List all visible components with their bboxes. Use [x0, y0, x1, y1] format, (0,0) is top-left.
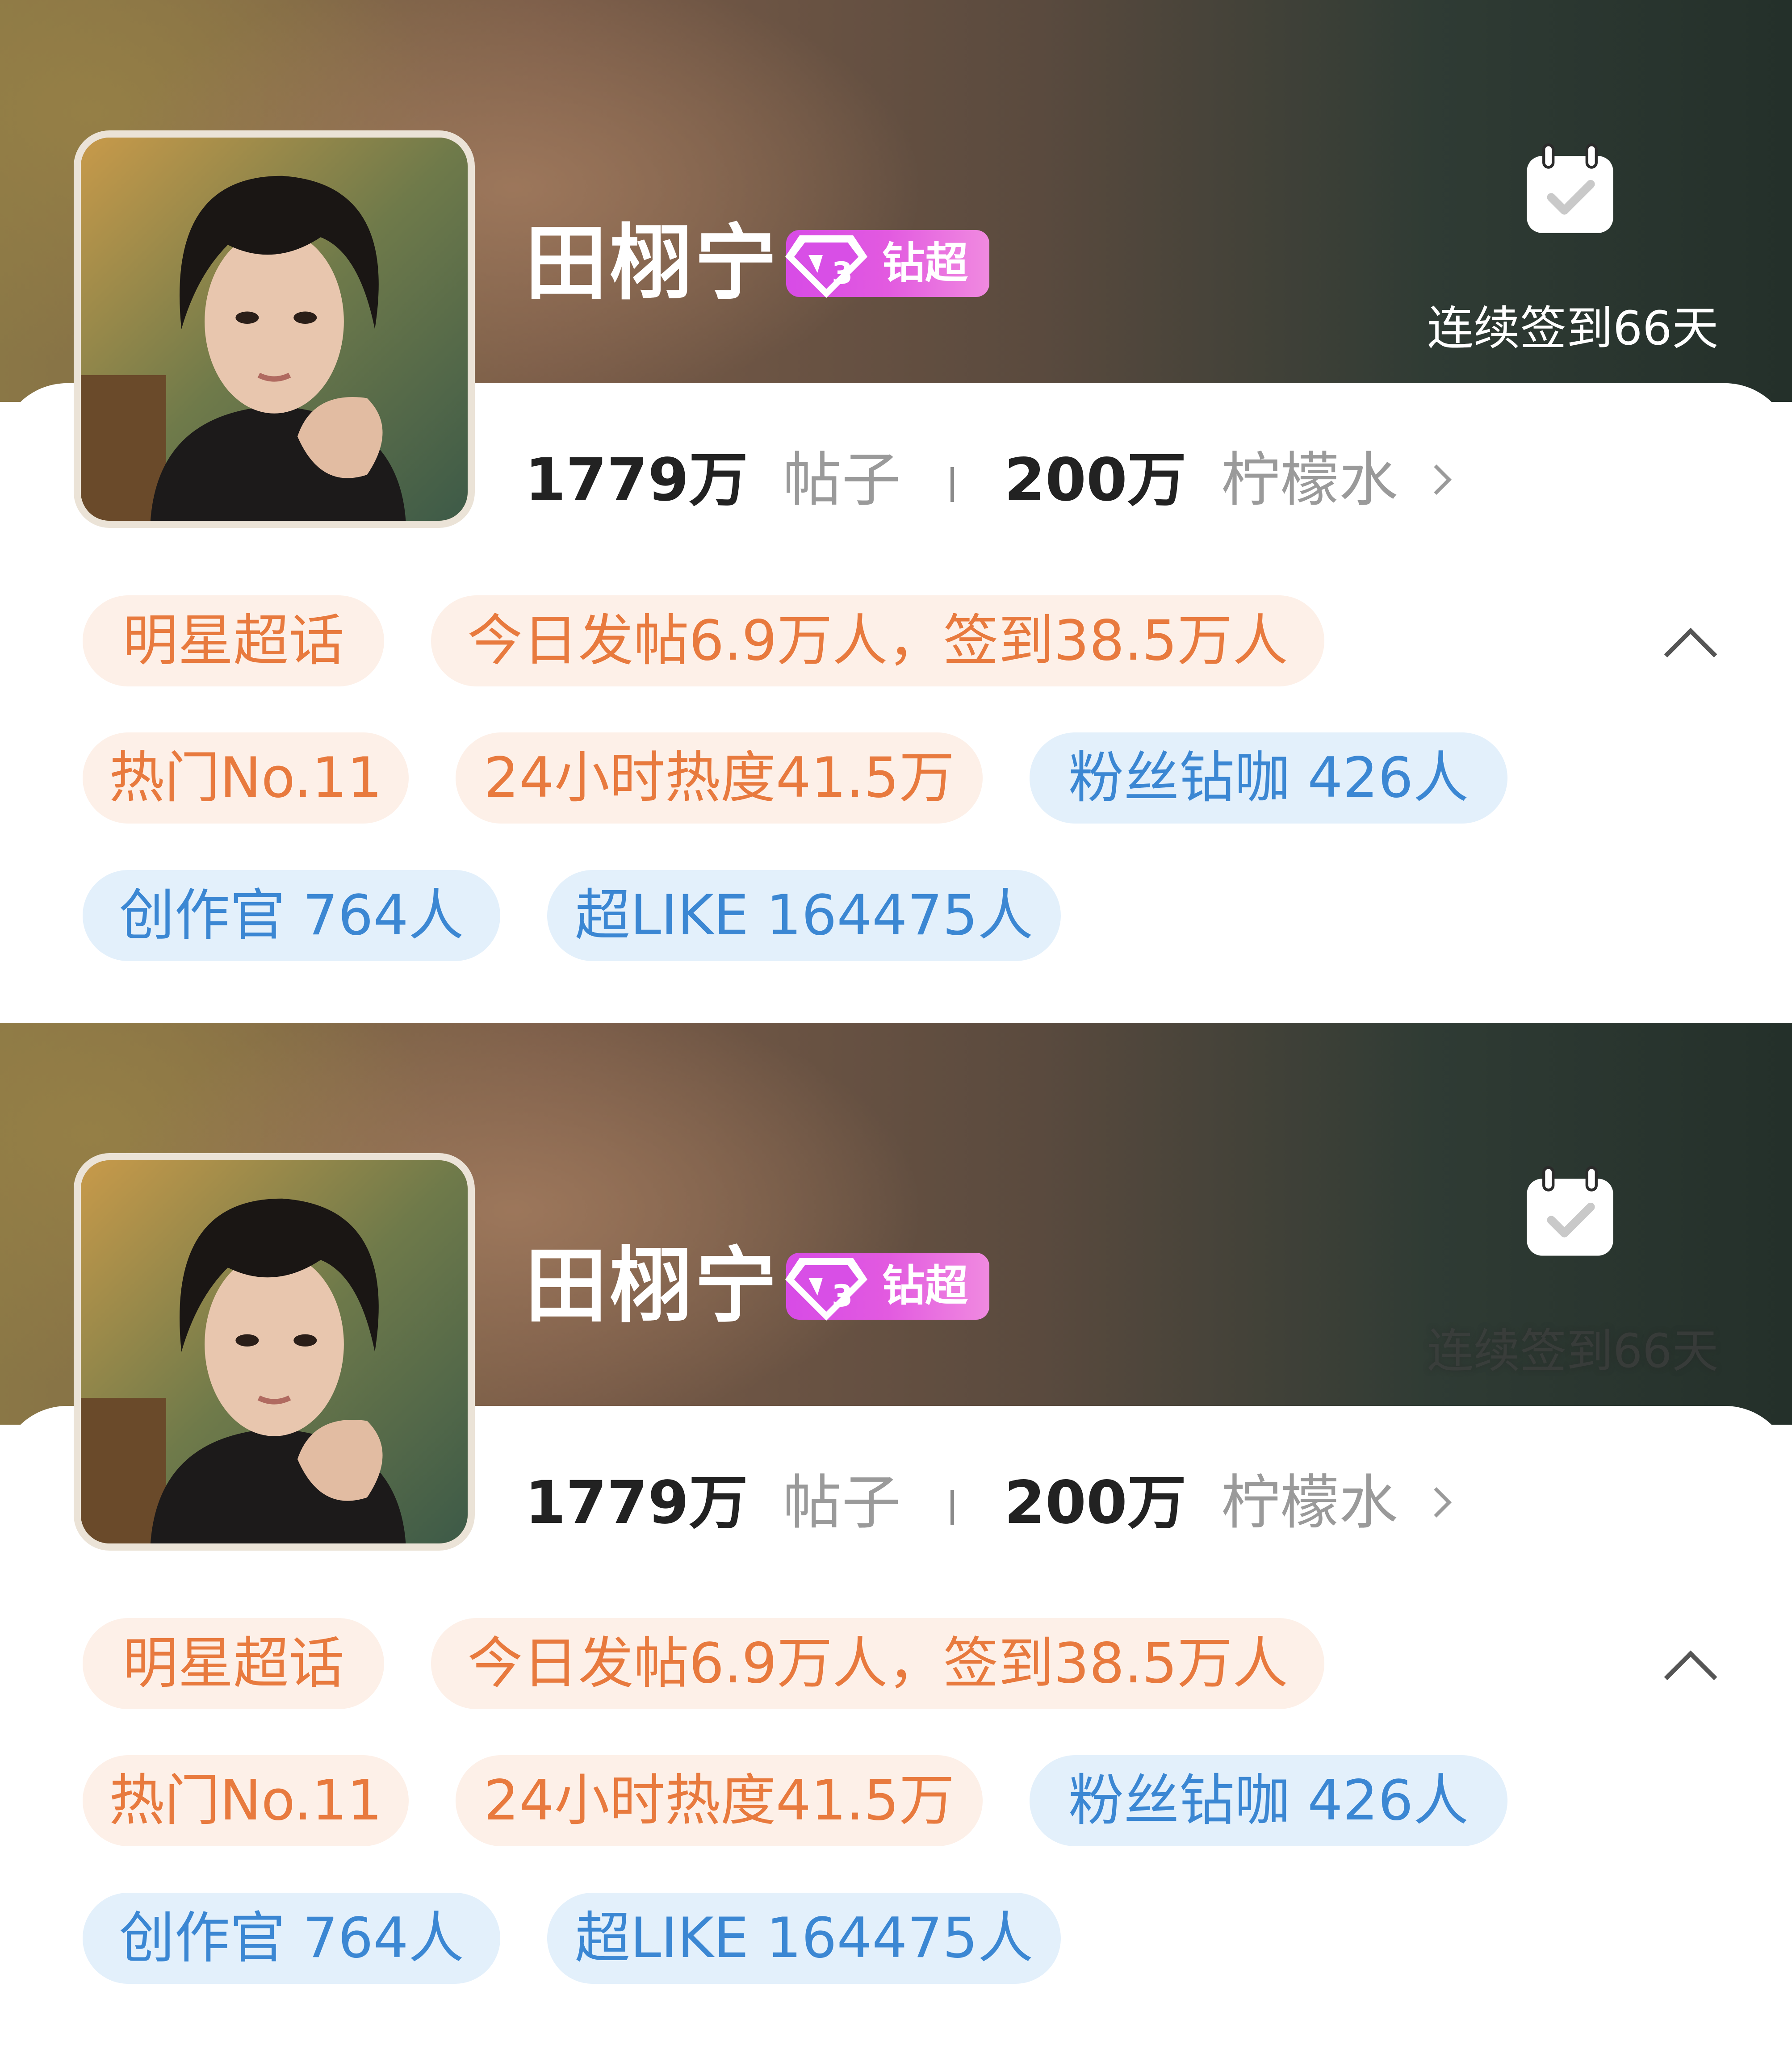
tag-hot-rank[interactable]: 热门No.11	[83, 732, 409, 824]
supertopic-header-1: 田栩宁 3 钻超 连续签到66天 1779万 帖子 200万 柠檬水 明星超话 …	[0, 0, 1792, 1023]
chevron-right-icon	[1421, 1487, 1452, 1518]
posts-label: 帖子	[783, 446, 901, 514]
tag-creators[interactable]: 创作官 764人	[83, 870, 500, 961]
divider	[950, 467, 955, 502]
tag-superlike[interactable]: 超LIKE 164475人	[547, 870, 1061, 961]
avatar-photo	[81, 1160, 468, 1543]
tag-superlike[interactable]: 超LIKE 164475人	[547, 1893, 1061, 1984]
divider	[950, 1490, 955, 1525]
diamond-super-badge[interactable]: 3 钻超	[785, 230, 989, 298]
svg-text:3: 3	[832, 256, 853, 291]
posts-label: 帖子	[783, 1468, 901, 1537]
checkin-streak[interactable]: 连续签到66天	[1427, 1322, 1718, 1380]
avatar[interactable]	[74, 1153, 475, 1551]
diamond-gem-icon: 3	[785, 235, 867, 298]
topic-name: 田栩宁	[525, 216, 780, 311]
calendar-check-icon[interactable]	[1523, 1166, 1617, 1259]
posts-count: 1779万	[525, 446, 748, 514]
badge-label: 钻超	[882, 1261, 968, 1311]
tag-fans-diamond[interactable]: 粉丝钻咖 426人	[1030, 1755, 1507, 1846]
stats-row[interactable]: 1779万 帖子 200万 柠檬水	[525, 1467, 1452, 1539]
avatar[interactable]	[74, 130, 475, 528]
chevron-right-icon	[1421, 464, 1452, 495]
lemon-count: 200万	[1004, 1468, 1186, 1537]
chevron-up-icon[interactable]	[1664, 1641, 1713, 1690]
checkin-streak[interactable]: 连续签到66天	[1427, 299, 1718, 357]
lemon-label: 柠檬水	[1221, 1468, 1398, 1537]
lemon-label: 柠檬水	[1221, 446, 1398, 514]
badge-label: 钻超	[882, 238, 968, 288]
tag-24h-heat[interactable]: 24小时热度41.5万	[456, 1755, 983, 1846]
tag-creators[interactable]: 创作官 764人	[83, 1893, 500, 1984]
topic-name: 田栩宁	[525, 1238, 780, 1334]
diamond-gem-icon: 3	[785, 1258, 867, 1321]
chevron-up-icon[interactable]	[1664, 619, 1713, 668]
tag-today-activity[interactable]: 今日发帖6.9万人，签到38.5万人	[431, 1618, 1324, 1709]
tag-fans-diamond[interactable]: 粉丝钻咖 426人	[1030, 732, 1507, 824]
tag-hot-rank[interactable]: 热门No.11	[83, 1755, 409, 1846]
tag-24h-heat[interactable]: 24小时热度41.5万	[456, 732, 983, 824]
lemon-count: 200万	[1004, 446, 1186, 514]
calendar-check-icon[interactable]	[1523, 143, 1617, 237]
tag-category[interactable]: 明星超话	[83, 1618, 384, 1709]
supertopic-header-2: 田栩宁 3 钻超 连续签到66天 1779万 帖子 200万 柠檬水 明星超话 …	[0, 1023, 1792, 2045]
tag-category[interactable]: 明星超话	[83, 595, 384, 686]
stats-row[interactable]: 1779万 帖子 200万 柠檬水	[525, 444, 1452, 516]
tag-today-activity[interactable]: 今日发帖6.9万人，签到38.5万人	[431, 595, 1324, 686]
posts-count: 1779万	[525, 1468, 748, 1537]
svg-text:3: 3	[832, 1279, 853, 1314]
diamond-super-badge[interactable]: 3 钻超	[785, 1253, 989, 1321]
avatar-photo	[81, 138, 468, 521]
